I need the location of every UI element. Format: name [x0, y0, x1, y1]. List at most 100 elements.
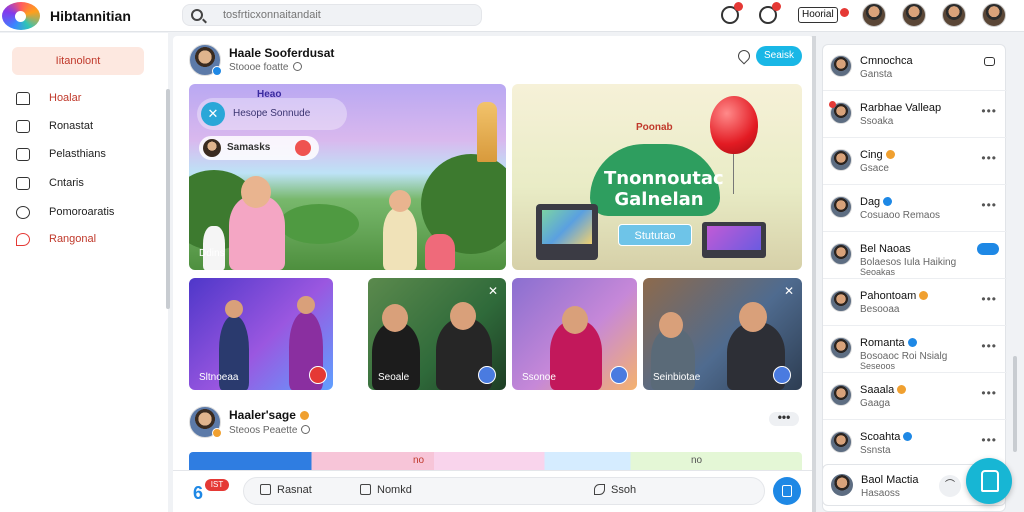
top-action-button[interactable]: Hoorial — [798, 7, 849, 23]
share-icon[interactable] — [773, 366, 791, 384]
sidebar-item-calendar[interactable]: Cntaris — [16, 174, 156, 194]
media-caption: Ddins — [199, 248, 225, 259]
live-badge[interactable] — [977, 243, 999, 255]
headset-icon[interactable]: ⌒ — [939, 475, 961, 497]
avatar — [830, 337, 852, 359]
contact-row[interactable]: Cmnochca Gansta — [823, 45, 1007, 91]
child-figure — [383, 208, 417, 270]
post-main-image[interactable]: ✕ Hesope Sonnude Heao Samasks Ddins — [189, 84, 506, 270]
contact-name: Dag — [860, 196, 893, 208]
more-options-icon[interactable]: ••• — [981, 104, 997, 118]
contact-status: Ssnsta — [860, 445, 891, 456]
avatar — [830, 196, 852, 218]
reaction-summary[interactable]: 6 IST — [193, 479, 233, 505]
post-meta-text: Stoooe foatte — [229, 62, 289, 73]
notifications-icon[interactable] — [721, 2, 743, 24]
chat-icon[interactable] — [984, 57, 995, 66]
thumbnail-label: Seinbiotae — [653, 372, 701, 383]
contact-name-text: Scoahta — [860, 431, 901, 443]
post-author-name[interactable]: Haaler'sage — [229, 408, 309, 422]
contact-row[interactable]: Romanta Bosoaoc Roi Nsialg Seseoos ••• — [823, 327, 1007, 373]
avatar — [203, 139, 221, 157]
avatar[interactable] — [189, 44, 222, 76]
contact-name: Cing — [860, 149, 895, 161]
share-icon[interactable] — [610, 366, 628, 384]
more-options-icon[interactable]: ••• — [981, 198, 997, 212]
share-icon[interactable] — [478, 366, 496, 384]
avatar[interactable] — [862, 3, 886, 27]
sidebar-item-label: Rangonal — [49, 233, 97, 245]
thumbnail[interactable]: Ssonoe — [512, 278, 637, 390]
like-label: Rasnat — [277, 484, 312, 496]
post-media-strip[interactable]: no no — [189, 452, 802, 470]
thumbnail[interactable]: ✕ Seinbiotae — [643, 278, 802, 390]
close-icon[interactable]: ✕ — [488, 284, 498, 298]
promo-cta-button[interactable]: Stututao — [618, 224, 692, 246]
sidebar-item-home[interactable]: Hoalar — [16, 89, 156, 109]
pin-icon[interactable] — [735, 47, 753, 65]
sidebar-item-regional[interactable]: Rangonal — [16, 230, 156, 250]
avatar[interactable] — [902, 3, 926, 27]
sidebar-item-screens[interactable]: Pelasthians — [16, 145, 156, 165]
contact-name: Scoahta — [860, 431, 913, 443]
more-options-icon[interactable]: ••• — [981, 433, 997, 447]
top-bar: Hibtannitian Hoorial — [0, 0, 1024, 32]
avatar[interactable] — [189, 406, 222, 438]
calendar-icon — [16, 177, 30, 190]
notification-dot — [839, 8, 849, 17]
clock-icon[interactable] — [759, 2, 781, 24]
avatar[interactable] — [982, 3, 1006, 27]
thumbnail-label: Sltnoeaa — [199, 372, 239, 383]
more-options-icon[interactable]: ••• — [981, 292, 997, 306]
main-feed: Haale Sooferdusat Stoooe foatte Seaisk ✕… — [173, 36, 813, 512]
save-button[interactable] — [773, 477, 801, 505]
sidebar-scrollbar[interactable] — [166, 89, 170, 309]
post-author-name[interactable]: Haale Sooferdusat — [229, 46, 334, 60]
share-button[interactable]: Ssoh — [594, 484, 636, 500]
tagged-user-pill[interactable]: Samasks — [199, 136, 319, 160]
child-figure — [425, 234, 455, 270]
contact-row[interactable]: Dag Cosuaoo Remaos ••• — [823, 186, 1007, 232]
tablet-shape — [536, 204, 598, 260]
contact-name: Saaala — [860, 384, 907, 396]
share-icon — [594, 484, 605, 495]
contacts-scrollbar[interactable] — [1013, 356, 1017, 452]
contact-row[interactable]: Pahontoam Besooaa ••• — [823, 280, 1007, 326]
strip-label: no — [691, 455, 703, 466]
sidebar-item-messages[interactable]: Ronastat — [16, 117, 156, 137]
contact-row[interactable]: Bel Naoas Bolaesos Iula Haiking Seoakas — [823, 233, 1007, 279]
close-icon[interactable]: ✕ — [784, 284, 794, 298]
comment-icon — [360, 484, 371, 495]
media-chip[interactable]: ✕ Hesope Sonnude — [197, 98, 347, 130]
monitor-icon — [16, 148, 30, 161]
app-logo[interactable] — [2, 2, 40, 30]
more-options-icon[interactable]: ••• — [981, 386, 997, 400]
tower-shape — [477, 102, 497, 162]
thumbnail[interactable]: ✕ Seoale — [368, 278, 506, 390]
contact-status: Gaaga — [860, 398, 891, 409]
contact-row[interactable]: Rarbhae Valleap Ssoaka ••• — [823, 92, 1007, 138]
comment-button[interactable]: Nomkd — [360, 484, 412, 500]
contact-status: Ssoaka — [860, 116, 894, 127]
follow-button[interactable]: Seaisk — [756, 46, 803, 66]
feed-scrollbar[interactable] — [812, 36, 816, 512]
sidebar-item-favorites[interactable]: Pomoroaratis — [16, 203, 156, 223]
more-options-button[interactable]: ••• — [769, 411, 799, 426]
new-message-fab[interactable] — [966, 458, 1012, 504]
contact-name: Cmnochca — [860, 55, 913, 67]
search-input[interactable] — [223, 7, 473, 23]
media-heading: Heao — [257, 89, 282, 100]
contact-row[interactable]: Saaala Gaaga ••• — [823, 374, 1007, 420]
like-button[interactable]: Rasnat — [260, 484, 312, 500]
thumbnail[interactable]: Sltnoeaa — [189, 278, 333, 390]
avatar[interactable] — [942, 3, 966, 27]
verified-icon — [903, 432, 913, 441]
sidebar-active-item[interactable]: Iitanolont — [12, 47, 144, 75]
heart-icon[interactable] — [309, 366, 327, 384]
contact-row[interactable]: Cing Gsace ••• — [823, 139, 1007, 185]
more-options-icon[interactable]: ••• — [981, 151, 997, 165]
app-title: Hibtannitian — [50, 8, 131, 24]
promo-image[interactable]: Poonab Tnonnoutac Galnelan Stututao — [512, 84, 802, 270]
more-options-icon[interactable]: ••• — [981, 339, 997, 353]
search-bar[interactable] — [182, 4, 482, 26]
